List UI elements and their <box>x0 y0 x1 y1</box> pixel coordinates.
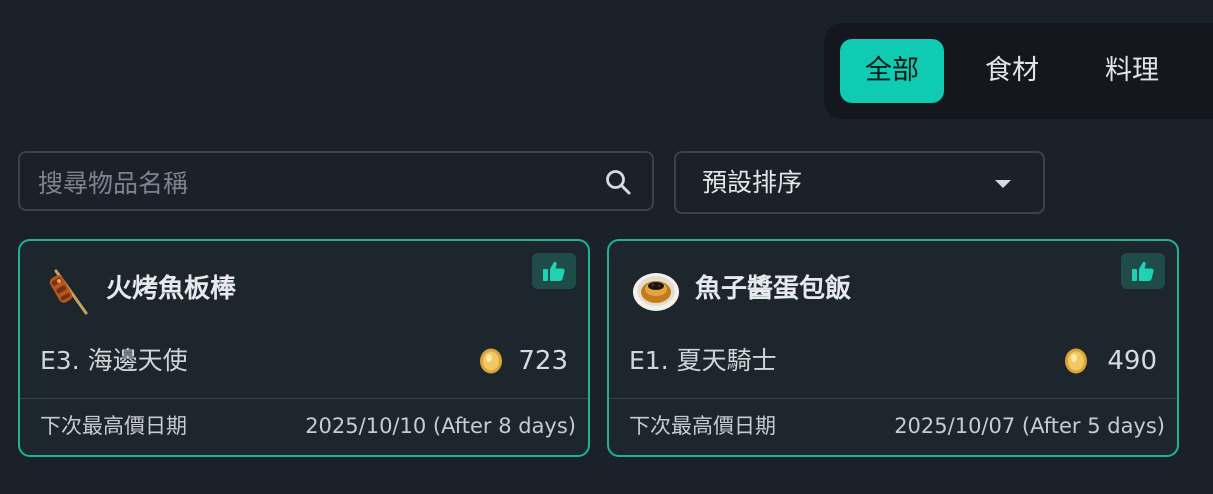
item-card[interactable]: 火烤魚板棒 E3. 海邊天使 723 下次最高價日期 2025/10/10 (A… <box>18 239 590 457</box>
thumbs-up-button[interactable] <box>1121 253 1165 289</box>
gold-coin-icon <box>480 348 502 374</box>
next-peak-date-value: 2025/10/07 (After 5 days) <box>894 414 1165 438</box>
item-price: 723 <box>518 346 568 376</box>
caviar-omelet-rice-icon <box>633 273 679 311</box>
tab-all[interactable]: 全部 <box>840 39 944 103</box>
category-tab-bar: 全部 食材 料理 <box>824 23 1213 119</box>
sort-selected-value: 預設排序 <box>702 168 803 197</box>
search-icon[interactable] <box>604 168 632 196</box>
item-name: 火烤魚板棒 <box>106 274 237 304</box>
search-input[interactable] <box>36 153 600 213</box>
item-source: E1. 夏天騎士 <box>629 346 777 375</box>
gold-coin-icon <box>1065 348 1087 374</box>
tab-ingredients[interactable]: 食材 <box>960 39 1064 103</box>
next-peak-date-label: 下次最高價日期 <box>629 414 776 438</box>
item-card[interactable]: 魚子醬蛋包飯 E1. 夏天騎士 490 下次最高價日期 2025/10/07 (… <box>607 239 1179 457</box>
thumbs-up-button[interactable] <box>532 253 576 289</box>
sort-select[interactable]: 預設排序 <box>674 151 1045 214</box>
item-name: 魚子醬蛋包飯 <box>695 274 852 304</box>
item-source: E3. 海邊天使 <box>40 346 188 375</box>
tab-dishes[interactable]: 料理 <box>1080 39 1184 103</box>
search-box <box>18 151 654 213</box>
next-peak-date-label: 下次最高價日期 <box>40 414 187 438</box>
item-price: 490 <box>1107 346 1157 376</box>
chevron-down-icon <box>995 180 1011 188</box>
grilled-fish-cake-skewer-icon <box>49 269 88 315</box>
card-divider <box>609 398 1177 399</box>
card-divider <box>20 398 588 399</box>
thumbs-up-icon <box>543 261 565 281</box>
thumbs-up-icon <box>1132 261 1154 281</box>
next-peak-date-value: 2025/10/10 (After 8 days) <box>305 414 576 438</box>
item-price-page: 全部 食材 料理 預設排序 火烤魚板棒 E3 <box>0 0 1213 494</box>
